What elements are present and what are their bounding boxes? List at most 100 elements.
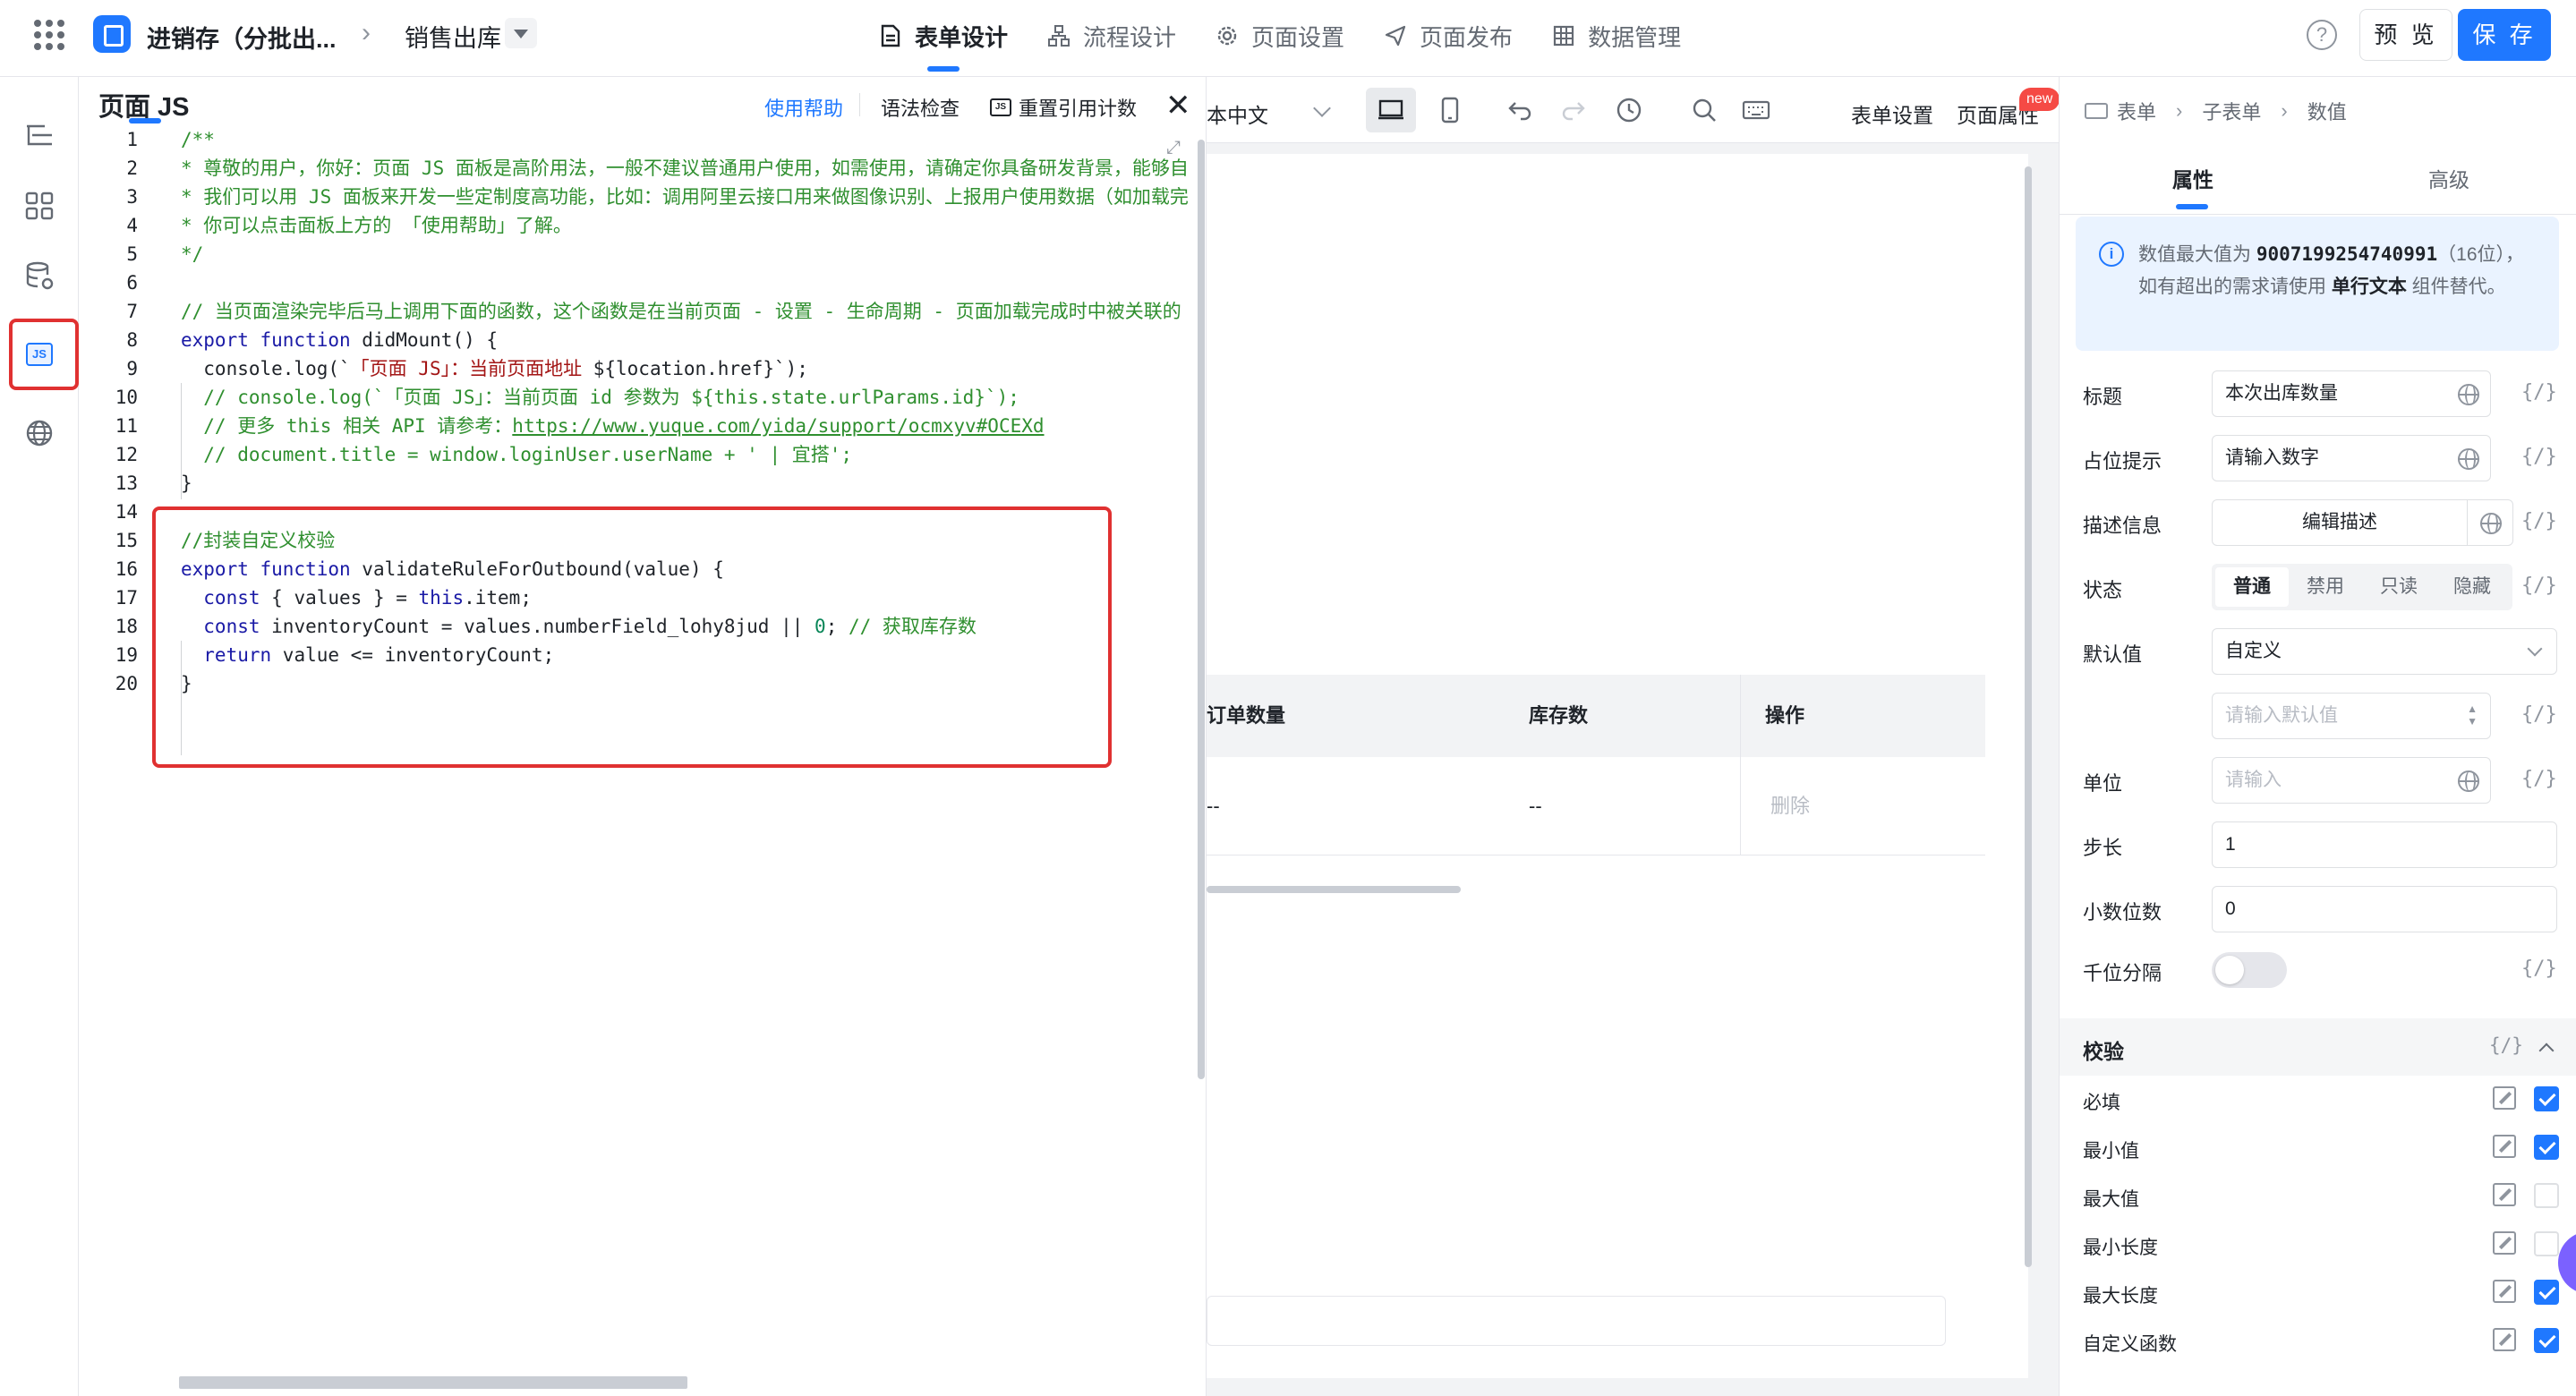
rule-checkbox[interactable]	[2534, 1280, 2559, 1305]
decimal-input[interactable]: 0	[2212, 886, 2557, 932]
edit-icon[interactable]	[2493, 1231, 2516, 1255]
canvas-vertical-scrollbar[interactable]	[2025, 166, 2032, 1267]
tab-advanced[interactable]: 高级	[2428, 163, 2469, 193]
page-name[interactable]: 销售出库	[405, 19, 501, 54]
fx-variable-button[interactable]: {/}	[2489, 1034, 2523, 1056]
components-grid-icon[interactable]	[20, 186, 59, 226]
table-horizontal-scrollbar[interactable]	[1207, 886, 1461, 893]
state-option[interactable]: 只读	[2362, 567, 2435, 607]
desktop-view-icon[interactable]	[1366, 88, 1416, 132]
search-icon[interactable]	[1679, 88, 1729, 132]
reset-ref-count-button[interactable]: JS 重置引用计数	[990, 93, 1137, 122]
outline-tree-icon[interactable]	[20, 116, 59, 156]
edit-icon[interactable]	[2493, 1135, 2516, 1158]
language-select[interactable]: 本中文	[1207, 98, 1268, 129]
validation-rule-label: 必填	[2083, 1093, 2120, 1113]
table-row: -- -- 删除	[1207, 757, 1985, 855]
state-option[interactable]: 隐藏	[2435, 567, 2509, 607]
rule-checkbox[interactable]	[2534, 1183, 2559, 1208]
save-button[interactable]: 保 存	[2458, 9, 2551, 61]
tab-form-design[interactable]: 表单设计	[859, 0, 1028, 72]
code-line: 9 console.log(`「页面 JS」：当前页面地址 ${location…	[126, 358, 808, 379]
edit-icon[interactable]	[2493, 1280, 2516, 1303]
validation-section-header[interactable]: 校验 {/}	[2060, 1018, 2576, 1076]
chevron-right-icon: ›	[2176, 99, 2183, 122]
field-label: 步长	[2083, 837, 2123, 859]
fx-variable-button[interactable]: {/}	[2521, 381, 2557, 404]
rule-checkbox[interactable]	[2534, 1231, 2559, 1256]
delete-row-button[interactable]: 删除	[1753, 757, 1932, 855]
globe-icon[interactable]	[2458, 770, 2479, 792]
field-label: 占位提示	[2083, 450, 2162, 472]
code-vertical-scrollbar[interactable]	[1198, 140, 1205, 1079]
code-line: 6	[126, 272, 138, 294]
undo-icon[interactable]	[1495, 88, 1545, 132]
state-option[interactable]: 普通	[2215, 567, 2289, 607]
edit-icon[interactable]	[2493, 1328, 2516, 1351]
globe-icon[interactable]	[2458, 384, 2479, 405]
globe-icon[interactable]	[20, 413, 59, 453]
title-input[interactable]: 本次出库数量	[2212, 370, 2491, 417]
breadcrumb-item[interactable]: 表单	[2117, 97, 2156, 125]
help-icon[interactable]: ?	[2307, 20, 2337, 50]
tab-label: 页面设置	[1251, 23, 1345, 51]
fx-variable-button[interactable]: {/}	[2521, 510, 2557, 532]
help-link[interactable]: 使用帮助	[764, 93, 843, 122]
fx-variable-button[interactable]: {/}	[2521, 768, 2557, 790]
data-source-icon[interactable]	[20, 256, 59, 295]
table-cell: --	[1207, 795, 1220, 817]
default-value-input[interactable]: 请输入默认值 ▲ ▼	[2212, 693, 2491, 739]
subform-table: 订单数量 库存数 操作 -- -- 删除	[1207, 675, 1985, 855]
tab-page-publish[interactable]: 页面发布	[1364, 0, 1532, 72]
edit-icon[interactable]	[2493, 1183, 2516, 1206]
placeholder-input[interactable]: 请输入数字	[2212, 435, 2491, 481]
chevron-up-icon[interactable]	[2538, 1043, 2555, 1059]
thousands-separator-toggle[interactable]	[2212, 952, 2287, 988]
rule-checkbox[interactable]	[2534, 1135, 2559, 1160]
breadcrumb-item[interactable]: 数值	[2307, 97, 2347, 125]
redo-icon[interactable]	[1548, 88, 1599, 132]
code-line: 1/**	[126, 129, 215, 150]
tab-page-settings[interactable]: 页面设置	[1196, 0, 1364, 72]
tab-properties[interactable]: 属性	[2172, 163, 2213, 193]
globe-icon[interactable]	[2467, 499, 2513, 546]
step-input[interactable]: 1	[2212, 821, 2557, 868]
tab-flow-design[interactable]: 流程设计	[1028, 0, 1196, 72]
edit-icon[interactable]	[2493, 1086, 2516, 1110]
app-name[interactable]: 进销存（分批出...	[147, 20, 337, 55]
fx-variable-button[interactable]: {/}	[2521, 575, 2557, 597]
state-option[interactable]: 禁用	[2289, 567, 2362, 607]
stepper-icon[interactable]: ▲ ▼	[2467, 702, 2478, 728]
js-mini-icon: JS	[990, 98, 1011, 116]
unit-input[interactable]: 请输入	[2212, 757, 2491, 804]
tab-data-management[interactable]: 数据管理	[1532, 0, 1701, 72]
fx-variable-button[interactable]: {/}	[2521, 703, 2557, 726]
js-panel-icon[interactable]: JS	[20, 335, 59, 374]
keyboard-icon[interactable]	[1731, 88, 1781, 132]
code-horizontal-scrollbar[interactable]	[179, 1376, 687, 1389]
edit-description-button[interactable]: 编辑描述	[2212, 499, 2468, 546]
column-header: 操作	[1765, 704, 1805, 727]
chevron-down-icon[interactable]	[1313, 99, 1331, 117]
default-value-select[interactable]: 自定义	[2212, 628, 2557, 675]
rule-checkbox[interactable]	[2534, 1086, 2559, 1111]
fx-variable-button[interactable]: {/}	[2521, 446, 2557, 468]
table-icon	[2085, 103, 2108, 119]
history-icon[interactable]	[1604, 88, 1654, 132]
form-settings-button[interactable]: 表单设置	[1851, 98, 1933, 129]
api-doc-link[interactable]: https://www.yuque.com/yida/support/ocmxy…	[512, 415, 1044, 437]
preview-button[interactable]: 预 览	[2359, 9, 2452, 61]
form-field-placeholder[interactable]	[1207, 1296, 1946, 1346]
rule-checkbox[interactable]	[2534, 1328, 2559, 1353]
info-text: 数值最大值为 9007199254740991（16位），如有超出的需求请使用 …	[2138, 243, 2524, 297]
breadcrumb: 表单 › 子表单 › 数值	[2085, 97, 2347, 125]
breadcrumb-item[interactable]: 子表单	[2202, 97, 2261, 125]
globe-icon[interactable]	[2458, 448, 2479, 470]
mobile-view-icon[interactable]	[1425, 88, 1475, 132]
page-dropdown-caret-icon[interactable]	[505, 18, 537, 48]
apps-grid-icon[interactable]	[34, 20, 64, 50]
properties-tabs: 属性 高级	[2060, 143, 2576, 215]
fx-variable-button[interactable]: {/}	[2521, 958, 2557, 980]
close-icon[interactable]: ✕	[1165, 88, 1191, 123]
syntax-check-button[interactable]: 语法检查	[881, 93, 960, 122]
